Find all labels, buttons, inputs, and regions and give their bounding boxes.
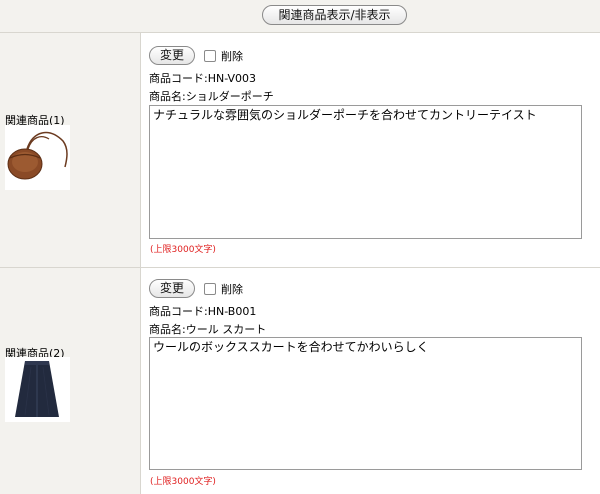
delete-checkbox[interactable] [204, 283, 216, 295]
delete-label: 削除 [221, 50, 243, 63]
product-label-cell: 関連商品(2) [0, 268, 141, 494]
change-button[interactable]: 変更 [149, 46, 195, 65]
change-button[interactable]: 変更 [149, 279, 195, 298]
skirt-image [5, 357, 70, 422]
delete-checkbox-label[interactable]: 削除 [204, 48, 243, 64]
description-textarea[interactable]: ナチュラルな雰囲気のショルダーポーチを合わせてカントリーテイスト [149, 105, 582, 239]
delete-checkbox[interactable] [204, 50, 216, 62]
description-textarea[interactable]: ウールのボックススカートを合わせてかわいらしく [149, 337, 582, 470]
delete-checkbox-label[interactable]: 削除 [204, 281, 243, 297]
product-name: 商品名:ショルダーポーチ [149, 90, 274, 103]
shoulder-bag-image [5, 125, 70, 190]
product-code: 商品コード:HN-V003 [149, 72, 257, 85]
delete-label: 削除 [221, 283, 243, 296]
char-limit-note: (上限3000文字) [150, 477, 216, 487]
header-row: 関連商品表示/非表示 [0, 0, 600, 33]
char-limit-note: (上限3000文字) [150, 245, 216, 255]
toggle-related-products-button[interactable]: 関連商品表示/非表示 [262, 5, 407, 25]
related-product-row-1: 関連商品(1) 変更 削除 商品コード:HN-V003 商品名:ショルダーポーチ… [0, 33, 600, 268]
product-name: 商品名:ウール スカート [149, 323, 267, 336]
product-label-cell: 関連商品(1) [0, 33, 141, 267]
related-product-row-2: 関連商品(2) 変更 削除 商品コード:HN-B001 商品名:ウール スカート… [0, 268, 600, 494]
product-code: 商品コード:HN-B001 [149, 305, 257, 318]
product-content-cell: 変更 削除 商品コード:HN-B001 商品名:ウール スカート ウールのボック… [141, 268, 600, 494]
product-content-cell: 変更 削除 商品コード:HN-V003 商品名:ショルダーポーチ ナチュラルな雰… [141, 33, 600, 267]
